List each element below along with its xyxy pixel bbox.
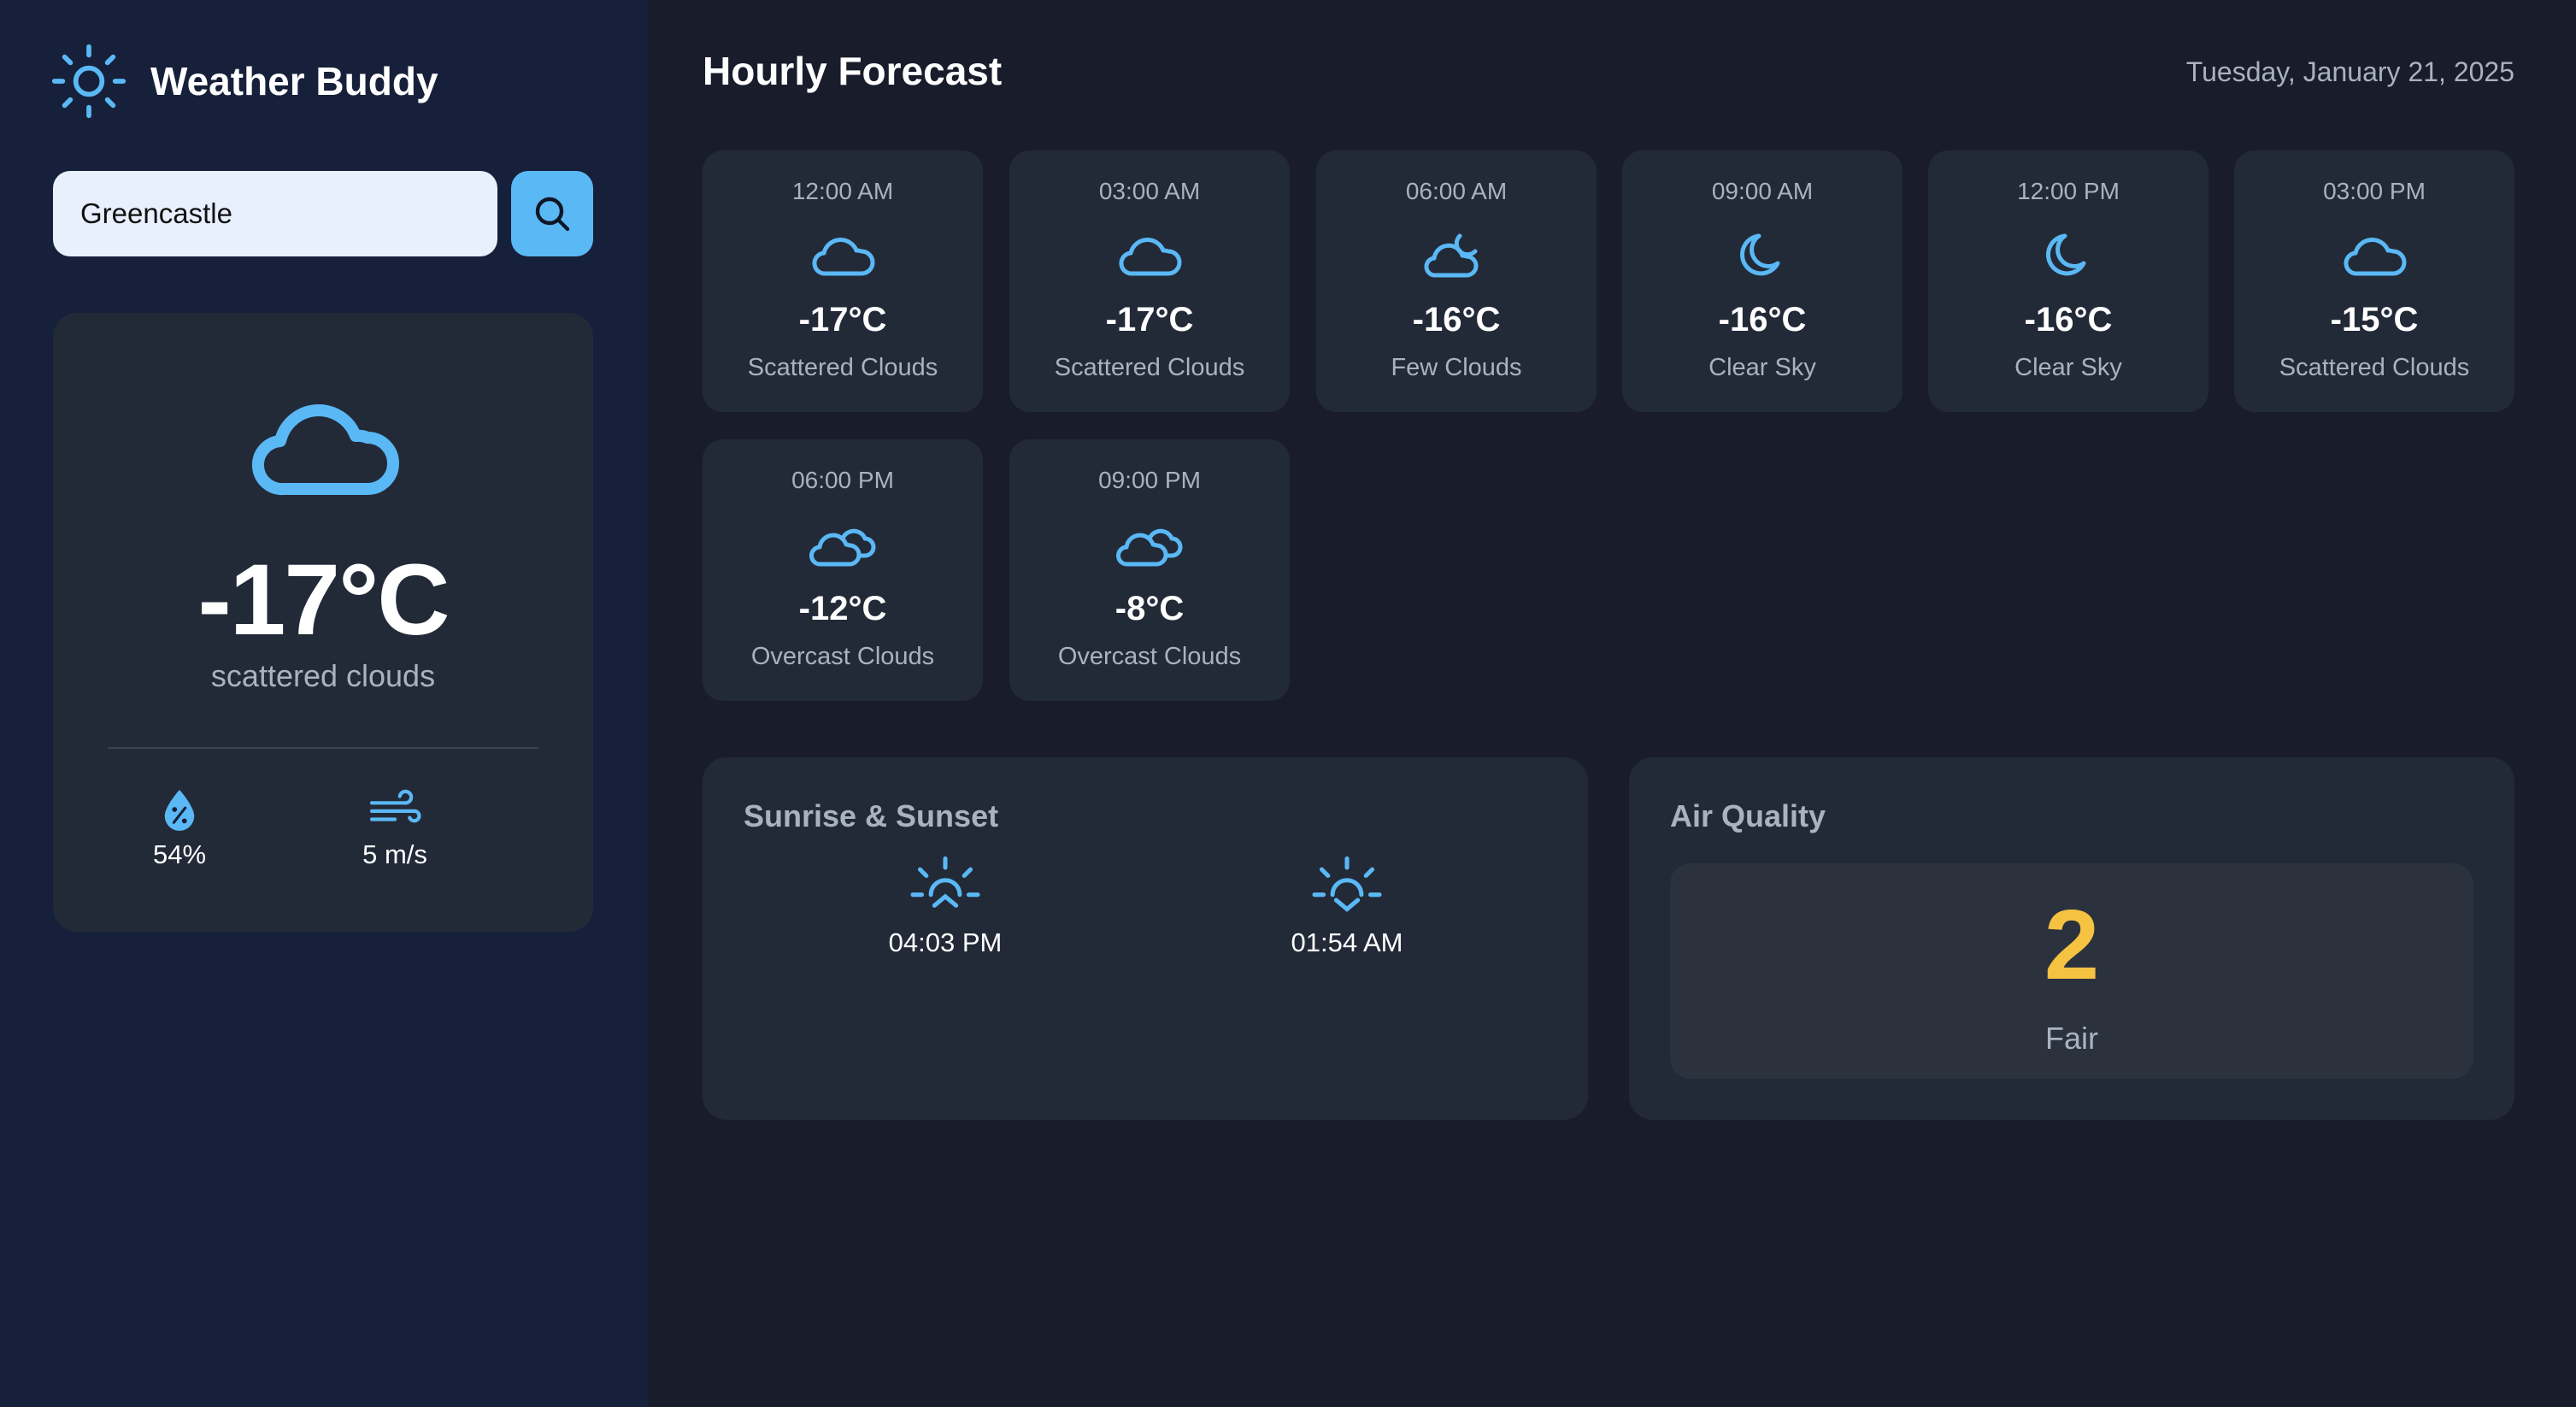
wind-icon <box>369 789 421 823</box>
hour-time: 03:00 AM <box>1098 178 1201 204</box>
sunrise-item: 04:03 PM <box>843 851 1048 958</box>
humidity-value: 54% <box>152 839 207 869</box>
hour-description: Scattered Clouds <box>747 354 938 381</box>
hour-time: 09:00 PM <box>1098 467 1201 493</box>
hour-time: 09:00 AM <box>1711 178 1814 204</box>
sunset-time: 01:54 AM <box>1291 927 1403 957</box>
search-button[interactable] <box>511 171 593 256</box>
hour-description: Clear Sky <box>1709 354 1816 381</box>
app-name: Weather Buddy <box>150 59 438 103</box>
hour-card: 03:00 PM -15°C Scattered Clouds <box>2234 150 2514 412</box>
hour-card: 06:00 AM -16°C Few Clouds <box>1316 150 1597 412</box>
hour-temperature: -16°C <box>1718 301 1807 339</box>
hour-description: Scattered Clouds <box>2279 354 2470 381</box>
hour-time: 12:00 AM <box>791 178 894 204</box>
hour-temperature: -15°C <box>2330 301 2419 339</box>
hour-description: Overcast Clouds <box>750 643 935 670</box>
sunset-item: 01:54 AM <box>1244 851 1450 958</box>
forecast-date: Tuesday, January 21, 2025 <box>2185 56 2514 87</box>
forecast-title: Hourly Forecast <box>703 49 1003 93</box>
sunrise-icon <box>910 856 980 908</box>
sunrise-time: 04:03 PM <box>888 927 1003 957</box>
hour-temperature: -16°C <box>1412 301 1501 339</box>
cloud-icon <box>812 238 875 276</box>
air-quality-box: 2 Fair <box>1670 863 2473 1079</box>
hour-time: 12:00 PM <box>2017 178 2120 204</box>
air-quality-panel: Air Quality 2 Fair <box>1629 757 2514 1120</box>
cloud-icon <box>1119 238 1182 276</box>
brand: Weather Buddy <box>50 43 438 120</box>
current-temperature: -17°C <box>197 544 450 656</box>
wind-stat: 5 m/s <box>309 788 480 870</box>
hour-card: 12:00 AM -17°C Scattered Clouds <box>703 150 983 412</box>
humidity-stat: 54% <box>94 788 265 870</box>
cloud-icon <box>2344 238 2407 276</box>
wind-value: 5 m/s <box>362 839 427 869</box>
hour-description: Clear Sky <box>2014 354 2122 381</box>
hour-description: Scattered Clouds <box>1054 354 1245 381</box>
moon-icon <box>1740 233 1780 276</box>
current-description: scattered clouds <box>210 658 436 693</box>
sidebar: Weather Buddy -17°C scattered clouds 54% <box>0 0 649 1407</box>
sun-icon <box>51 44 126 119</box>
hour-card: 03:00 AM -17°C Scattered Clouds <box>1009 150 1290 412</box>
hour-temperature: -16°C <box>2024 301 2113 339</box>
hour-time: 03:00 PM <box>2323 178 2426 204</box>
air-quality-label: Fair <box>2045 1021 2098 1056</box>
divider <box>108 747 538 749</box>
hour-temperature: -12°C <box>798 590 887 627</box>
hour-temperature: -8°C <box>1115 590 1185 627</box>
humidity-drop-icon <box>164 790 195 831</box>
air-quality-title: Air Quality <box>1670 798 1826 833</box>
sunrise-sunset-panel: Sunrise & Sunset 04:03 PM 01:54 AM <box>703 757 1588 1120</box>
sunset-icon <box>1312 856 1382 912</box>
hour-description: Overcast Clouds <box>1057 643 1242 670</box>
hour-temperature: -17°C <box>1105 301 1194 339</box>
clouds-icon <box>1116 528 1183 567</box>
current-weather-card: -17°C scattered clouds 54% 5 m/s <box>53 313 593 932</box>
hour-card: 09:00 PM -8°C Overcast Clouds <box>1009 439 1290 701</box>
search-icon <box>535 197 570 232</box>
moon-icon <box>2046 233 2086 276</box>
hour-description: Few Clouds <box>1391 354 1522 381</box>
clouds-icon <box>809 528 876 567</box>
air-quality-value: 2 <box>2044 889 2100 1000</box>
hour-time: 06:00 PM <box>791 467 894 493</box>
search-input[interactable] <box>53 171 497 256</box>
hour-card: 09:00 AM -16°C Clear Sky <box>1622 150 1903 412</box>
cloud-icon <box>252 404 399 496</box>
hour-card: 06:00 PM -12°C Overcast Clouds <box>703 439 983 701</box>
cloud-moon-icon <box>1424 233 1479 278</box>
hour-time: 06:00 AM <box>1405 178 1508 204</box>
hour-card: 12:00 PM -16°C Clear Sky <box>1928 150 2208 412</box>
sunrise-sunset-title: Sunrise & Sunset <box>744 798 999 833</box>
hour-temperature: -17°C <box>798 301 887 339</box>
